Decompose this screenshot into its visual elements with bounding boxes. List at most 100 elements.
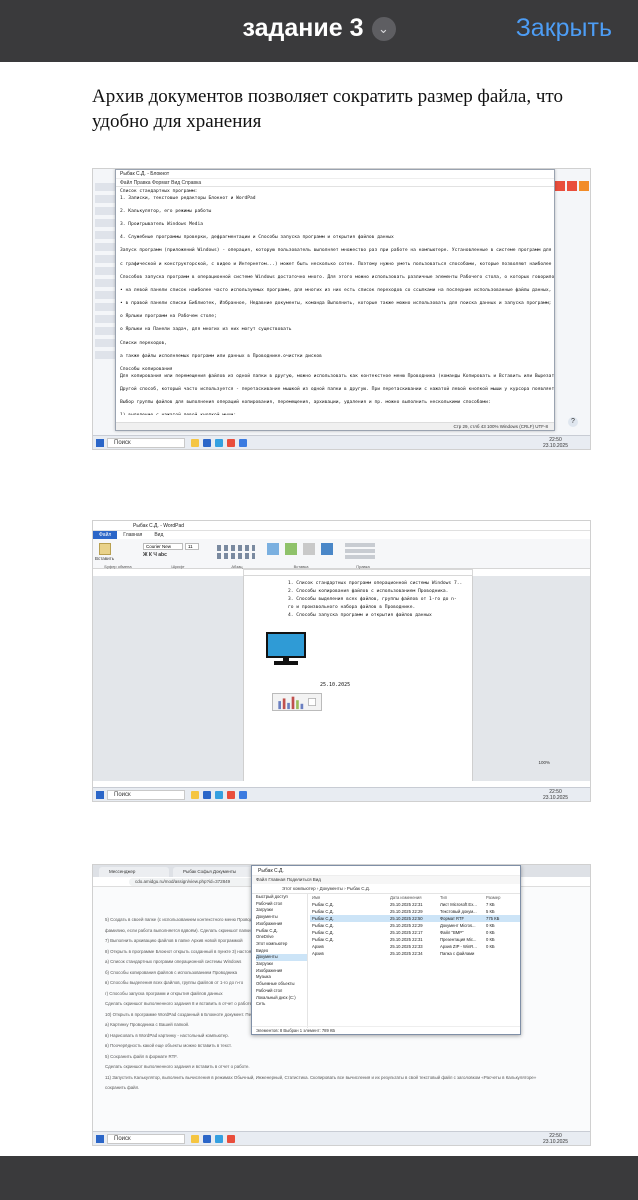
replace-button[interactable] — [345, 549, 375, 553]
notepad-menu[interactable]: Файл Правка Формат Вид Справка — [116, 179, 554, 187]
nav-item[interactable]: Рабочий стол — [256, 901, 307, 908]
nav-item[interactable]: Быстрый доступ — [256, 894, 307, 901]
find-button[interactable] — [345, 543, 375, 547]
explorer-status: Элементов: 8 Выбран 1 элемент: 789 КБ — [252, 1026, 520, 1034]
table-row[interactable]: Рыбак С.Д. 25.10.2025 22:29 Текстовый доку… — [310, 908, 520, 915]
nav-item[interactable]: Сеть — [256, 1001, 307, 1008]
explorer-menu[interactable]: Файл Главная Поделиться Вид — [252, 876, 520, 884]
edge-icon[interactable] — [203, 439, 211, 447]
nav-item[interactable]: OneDrive — [256, 934, 307, 941]
ruler[interactable] — [243, 569, 473, 576]
taskbar-search[interactable]: Поиск — [107, 438, 185, 448]
cell: Рыбак С.Д. — [312, 909, 334, 914]
align-buttons[interactable] — [217, 553, 255, 559]
wordpad-page[interactable]: 1. Список стандартных программ операцион… — [243, 576, 473, 781]
more-dots-icon[interactable] — [32, 1194, 72, 1200]
notepad-line — [120, 393, 550, 400]
taskbar-search[interactable]: Поиск — [107, 790, 185, 800]
insert-object-icon[interactable] — [321, 543, 333, 555]
explorer-file-list[interactable]: Имя Дата изменения Тип Размер Рыбак С.Д. 25.1… — [310, 894, 520, 957]
font-name-select[interactable]: Courier New — [143, 543, 183, 550]
table-row[interactable]: Рыбак С.Д. 25.10.2025 22:29 Документ Micro… — [310, 922, 520, 929]
paste-icon[interactable] — [99, 543, 111, 555]
folder-icon[interactable] — [191, 439, 199, 447]
windows-start-icon[interactable] — [96, 1135, 104, 1143]
explorer-nav-pane[interactable]: Быстрый доступ Рабочий стол Загрузки Докуме… — [252, 894, 308, 1028]
windows-start-icon[interactable] — [96, 791, 104, 799]
cell: Документ Micros... — [440, 923, 476, 928]
nav-item[interactable]: Изображения — [256, 921, 307, 928]
nav-item[interactable]: Загрузки — [256, 961, 307, 968]
table-header[interactable]: Имя Дата изменения Тип Размер — [310, 894, 520, 901]
font-style-buttons[interactable]: Ж К Ч abc — [143, 552, 167, 558]
paragraph-buttons[interactable] — [217, 545, 255, 551]
nav-item[interactable]: Объемные объекты — [256, 981, 307, 988]
screenshot-wordpad[interactable]: Рыбак С.Д. - WordPad Файл Главная Вид Вста… — [92, 520, 591, 802]
zoom-level[interactable]: 100% — [538, 760, 550, 765]
nav-item[interactable]: Видео — [256, 948, 307, 955]
browser-tab[interactable]: Рыбак Софья Документы — [173, 867, 263, 877]
chrome-icon[interactable] — [227, 439, 235, 447]
explorer-path[interactable]: Этот компьютер › Документы › Рыбак С.Д. — [252, 884, 520, 894]
background-toolbar — [554, 179, 590, 197]
browser-tab[interactable]: Мессенджер — [99, 867, 169, 877]
wordpad-icon[interactable] — [239, 791, 247, 799]
chevron-down-icon[interactable]: ⌄ — [371, 16, 396, 41]
nav-item[interactable]: Рыбак С.Д. — [256, 928, 307, 935]
notepad-line: а также файлы исполняемых программ или д… — [120, 353, 322, 359]
nav-item[interactable]: Загрузки — [256, 907, 307, 914]
nav-item[interactable]: Документы — [256, 914, 307, 921]
notepad-line: 4. Служебные программы проверки, дефрагм… — [120, 235, 394, 241]
tab-home[interactable]: Главная — [117, 531, 148, 539]
tab-file[interactable]: Файл — [93, 531, 118, 539]
word-icon[interactable] — [239, 439, 247, 447]
paste-label[interactable]: Вставить — [95, 556, 114, 561]
top-bar: задание 3 ⌄ Закрыть — [0, 0, 638, 62]
wordpad-ribbon: Вставить Буфер обмена Courier New 11 Ж К… — [93, 539, 590, 569]
screenshot-notepad[interactable]: ? Рыбак С.Д. - Блокнот Файл Правка Форма… — [92, 168, 591, 450]
store-icon[interactable] — [215, 1135, 223, 1143]
tab-view[interactable]: Вид — [148, 531, 169, 539]
nav-item[interactable]: Локальный диск (C:) — [256, 995, 307, 1002]
table-row[interactable]: Архив 25.10.2025 22:34 Папка с файлами — [310, 950, 520, 957]
table-row[interactable]: Архив 25.10.2025 22:33 Архив ZIP - WinR...… — [310, 943, 520, 950]
table-row[interactable]: Рыбак С.Д. 25.10.2025 22:50 Формат RTF 775 … — [310, 915, 520, 922]
nav-item[interactable]: Изображения — [256, 968, 307, 975]
url-field[interactable]: cdo.amidgu.ru/mod/assign/view.php?id=372… — [129, 878, 269, 886]
nav-item[interactable]: Музыка — [256, 974, 307, 981]
edge-icon[interactable] — [203, 791, 211, 799]
windows-start-icon[interactable] — [96, 439, 104, 447]
wordpad-text: 1. Список стандартных программ операцион… — [288, 580, 462, 620]
store-icon[interactable] — [215, 439, 223, 447]
notepad-window: Рыбак С.Д. - Блокнот Файл Правка Формат … — [115, 169, 555, 431]
notepad-line — [120, 255, 550, 262]
help-icon[interactable]: ? — [568, 417, 578, 427]
screenshot-explorer[interactable]: Мессенджер Рыбак Софья Документы cdo.ami… — [92, 864, 591, 1146]
folder-icon[interactable] — [191, 791, 199, 799]
select-all-button[interactable] — [345, 555, 375, 559]
notepad-line: Запуск программ (приложений Windows) - о… — [120, 248, 554, 254]
taskbar: Поиск 22:50 23.10.2025 — [93, 787, 590, 801]
nav-item[interactable]: Этот компьютер — [256, 941, 307, 948]
date-time-icon[interactable] — [303, 543, 315, 555]
folder-icon[interactable] — [191, 1135, 199, 1143]
close-button[interactable]: Закрыть — [516, 14, 612, 43]
picture-icon[interactable] — [267, 543, 279, 555]
notepad-line: Списки переходов, — [120, 340, 168, 346]
notepad-text[interactable]: Список стандартных программ: 1. Записки,… — [116, 187, 554, 415]
store-icon[interactable] — [215, 791, 223, 799]
table-row[interactable]: Рыбак С.Д. 25.10.2025 22:31 Лист Microsoft… — [310, 901, 520, 908]
font-size-select[interactable]: 11 — [185, 543, 199, 550]
taskbar-search[interactable]: Поиск — [107, 1134, 185, 1144]
nav-item[interactable]: Документы — [256, 954, 307, 962]
notepad-line: о Ярлыки программ на Рабочем столе; — [120, 314, 217, 320]
wordpad-tabs: Файл Главная Вид — [93, 531, 590, 539]
nav-item[interactable]: Рабочий стол — [256, 988, 307, 995]
chrome-icon[interactable] — [227, 1135, 235, 1143]
cell: 0 КБ — [486, 923, 495, 928]
edge-icon[interactable] — [203, 1135, 211, 1143]
table-row[interactable]: Рыбак С.Д. 25.10.2025 22:31 Презентация Mi… — [310, 936, 520, 943]
chrome-icon[interactable] — [227, 791, 235, 799]
table-row[interactable]: Рыбак С.Д. 25.10.2025 22:17 Файл "BMP" 0 КБ — [310, 929, 520, 936]
paint-drawing-icon[interactable] — [285, 543, 297, 555]
